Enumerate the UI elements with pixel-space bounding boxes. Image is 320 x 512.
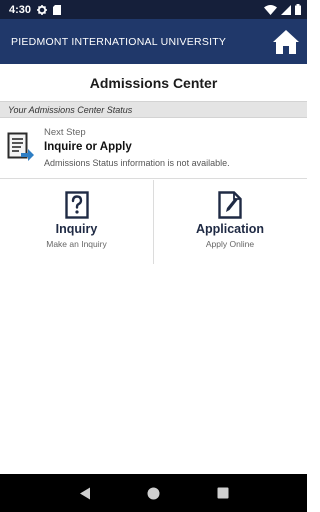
- next-step-title: Inquire or Apply: [44, 141, 132, 153]
- next-step-label: Next Step: [44, 127, 86, 138]
- application-title: Application: [195, 222, 265, 236]
- page-title: Admissions Center: [89, 74, 218, 91]
- battery-icon: [295, 4, 301, 15]
- pencil-document-icon: [218, 191, 242, 219]
- recents-button[interactable]: [215, 485, 231, 501]
- document-arrow-icon: [7, 132, 34, 161]
- system-status-bar: 4:30: [0, 0, 307, 19]
- wifi-icon: [264, 4, 277, 15]
- back-triangle-icon: [79, 487, 90, 499]
- home-button[interactable]: [271, 27, 301, 57]
- settings-gear-icon: [37, 4, 48, 15]
- next-step-description: Admissions Status information is not ava…: [44, 158, 230, 168]
- status-time: 4:30: [9, 3, 32, 16]
- recents-square-icon: [217, 487, 228, 499]
- signal-icon: [281, 4, 291, 15]
- next-step-row[interactable]: Next Step Inquire or Apply Admissions St…: [0, 118, 307, 179]
- sd-card-icon: [53, 4, 62, 15]
- status-right: [264, 4, 301, 15]
- university-title: PIEDMONT INTERNATIONAL UNIVERSITY: [11, 35, 227, 48]
- status-left: 4:30: [9, 3, 62, 16]
- back-button[interactable]: [77, 485, 93, 501]
- question-document-icon: [64, 191, 89, 219]
- inquiry-tile[interactable]: Inquiry Make an Inquiry: [0, 180, 153, 264]
- home-nav-button[interactable]: [146, 485, 162, 501]
- home-circle-icon: [147, 487, 160, 499]
- home-icon: [273, 29, 299, 54]
- application-tile[interactable]: Application Apply Online: [153, 180, 306, 264]
- action-tiles: Inquiry Make an Inquiry Application Appl…: [0, 180, 307, 264]
- app-header: PIEDMONT INTERNATIONAL UNIVERSITY: [0, 19, 307, 64]
- inquiry-title: Inquiry: [55, 222, 98, 236]
- status-section-header: Your Admissions Center Status: [0, 101, 307, 118]
- inquiry-subtitle: Make an Inquiry: [46, 239, 107, 249]
- system-navigation-bar: [0, 474, 307, 512]
- application-subtitle: Apply Online: [205, 239, 255, 249]
